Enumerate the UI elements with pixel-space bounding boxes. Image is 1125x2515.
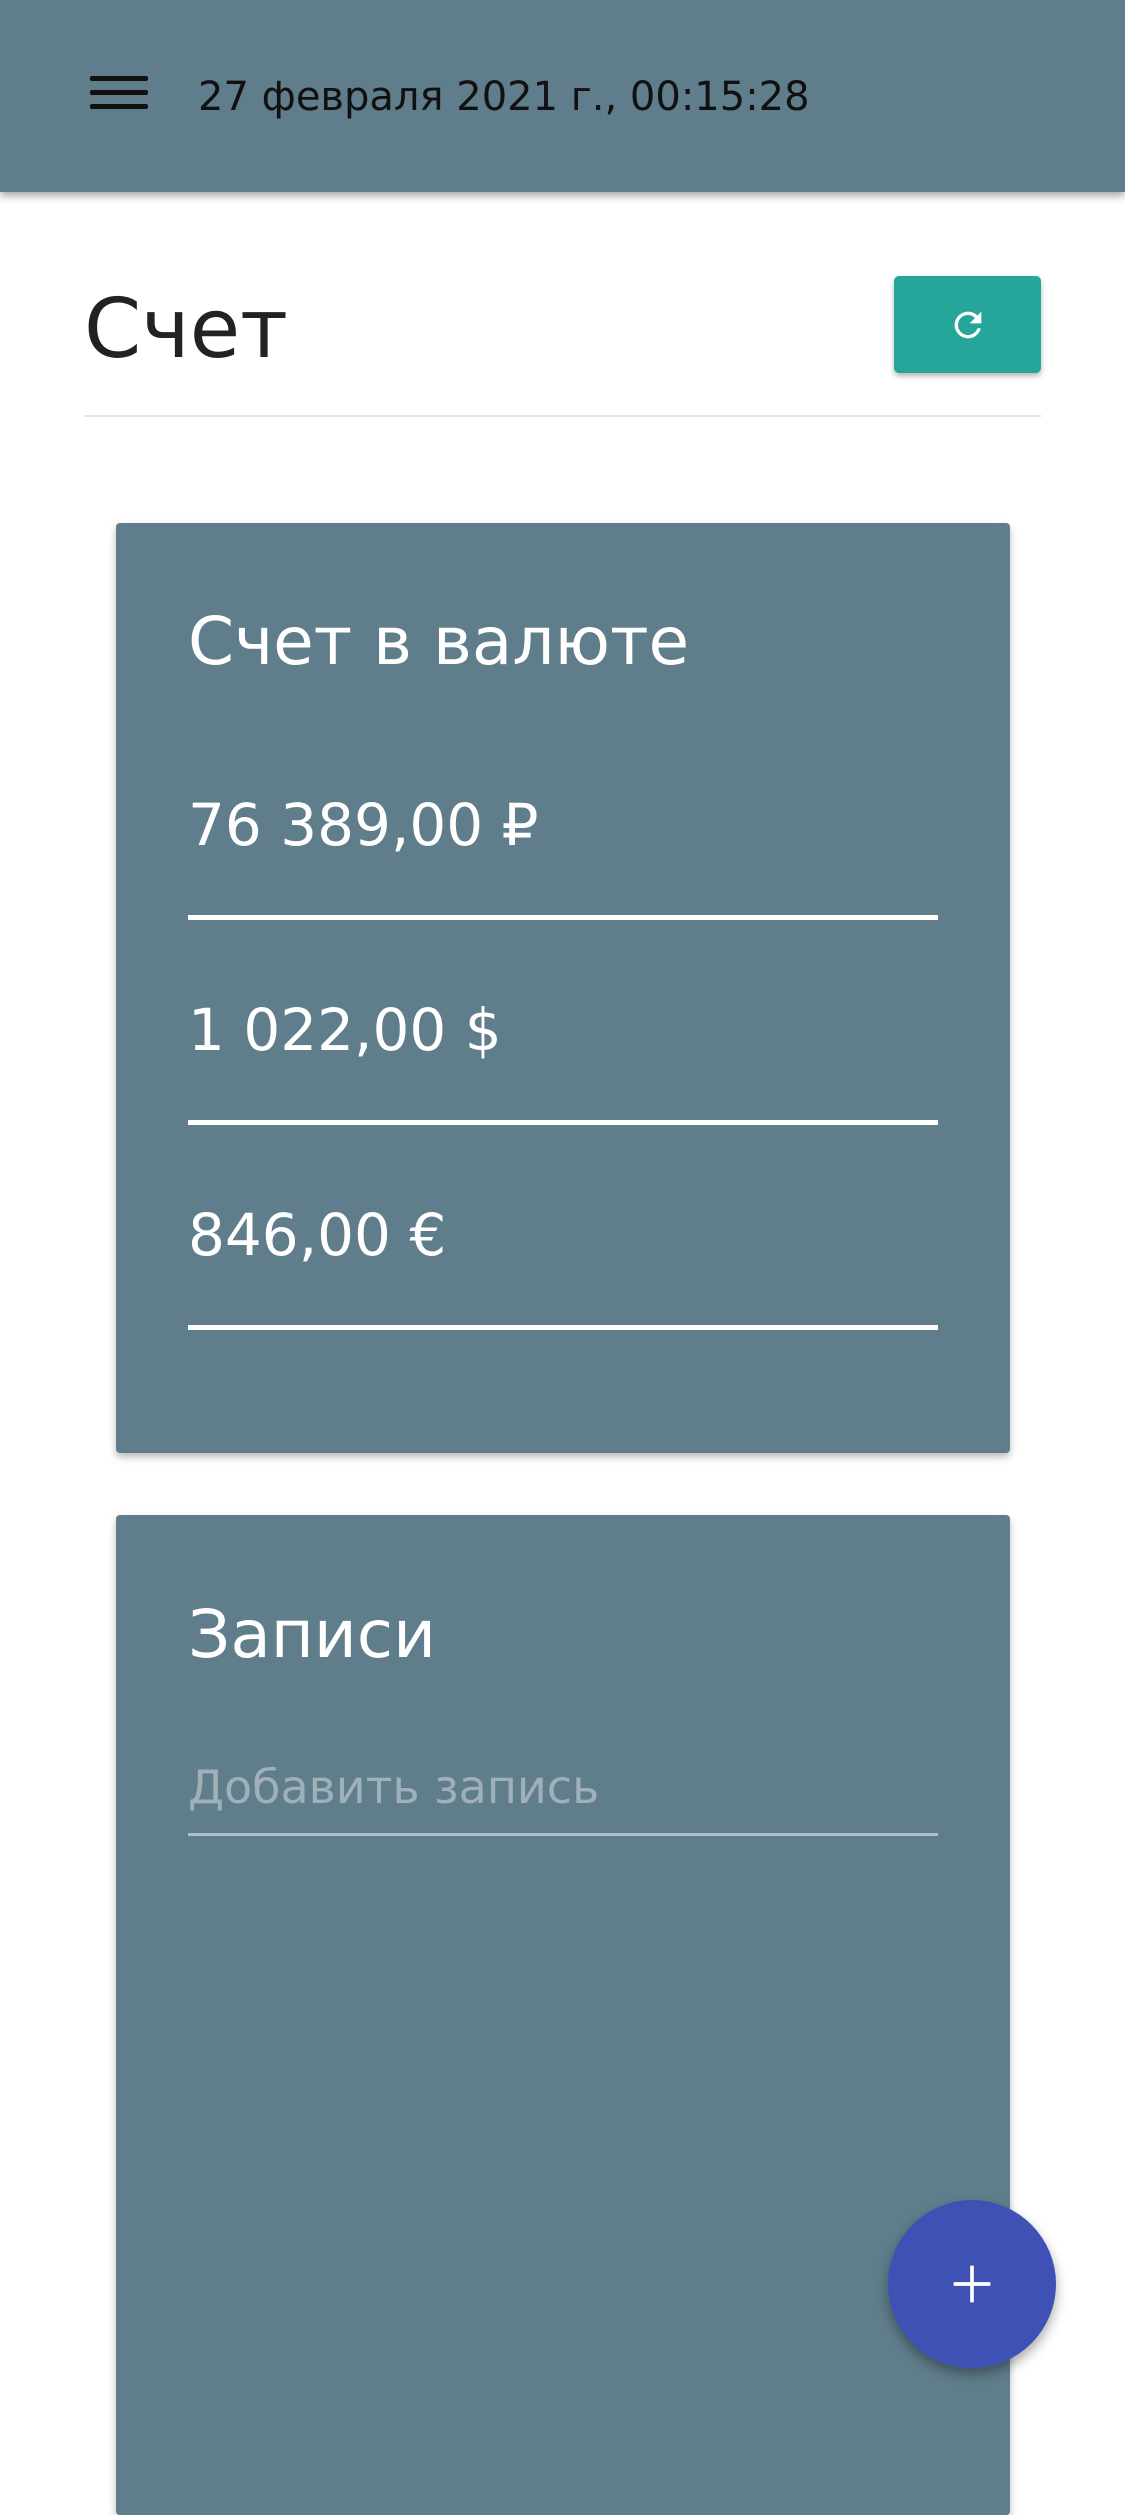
- amount-usd: 1 022,00 $: [188, 996, 502, 1064]
- amount-usd-divider: [188, 1120, 938, 1125]
- plus-icon: [953, 2265, 991, 2303]
- top-app-bar: 27 февраля 2021 г., 00:15:28: [0, 0, 1125, 192]
- amount-eur-divider: [188, 1325, 938, 1330]
- add-record-fab[interactable]: [888, 2200, 1056, 2368]
- refresh-button[interactable]: [894, 276, 1041, 373]
- add-record-input[interactable]: [188, 1740, 938, 1836]
- amount-eur: 846,00 €: [188, 1201, 447, 1269]
- amount-rub-divider: [188, 915, 938, 920]
- records-card-title: Записи: [188, 1596, 436, 1673]
- header-datetime: 27 февраля 2021 г., 00:15:28: [198, 74, 810, 120]
- refresh-icon: [954, 311, 981, 338]
- amount-rub: 76 389,00 ₽: [188, 791, 539, 859]
- page-title: Счет: [84, 282, 288, 377]
- currency-card-title: Счет в валюте: [188, 603, 690, 680]
- hamburger-menu-icon[interactable]: [84, 70, 152, 120]
- title-divider: [84, 415, 1041, 417]
